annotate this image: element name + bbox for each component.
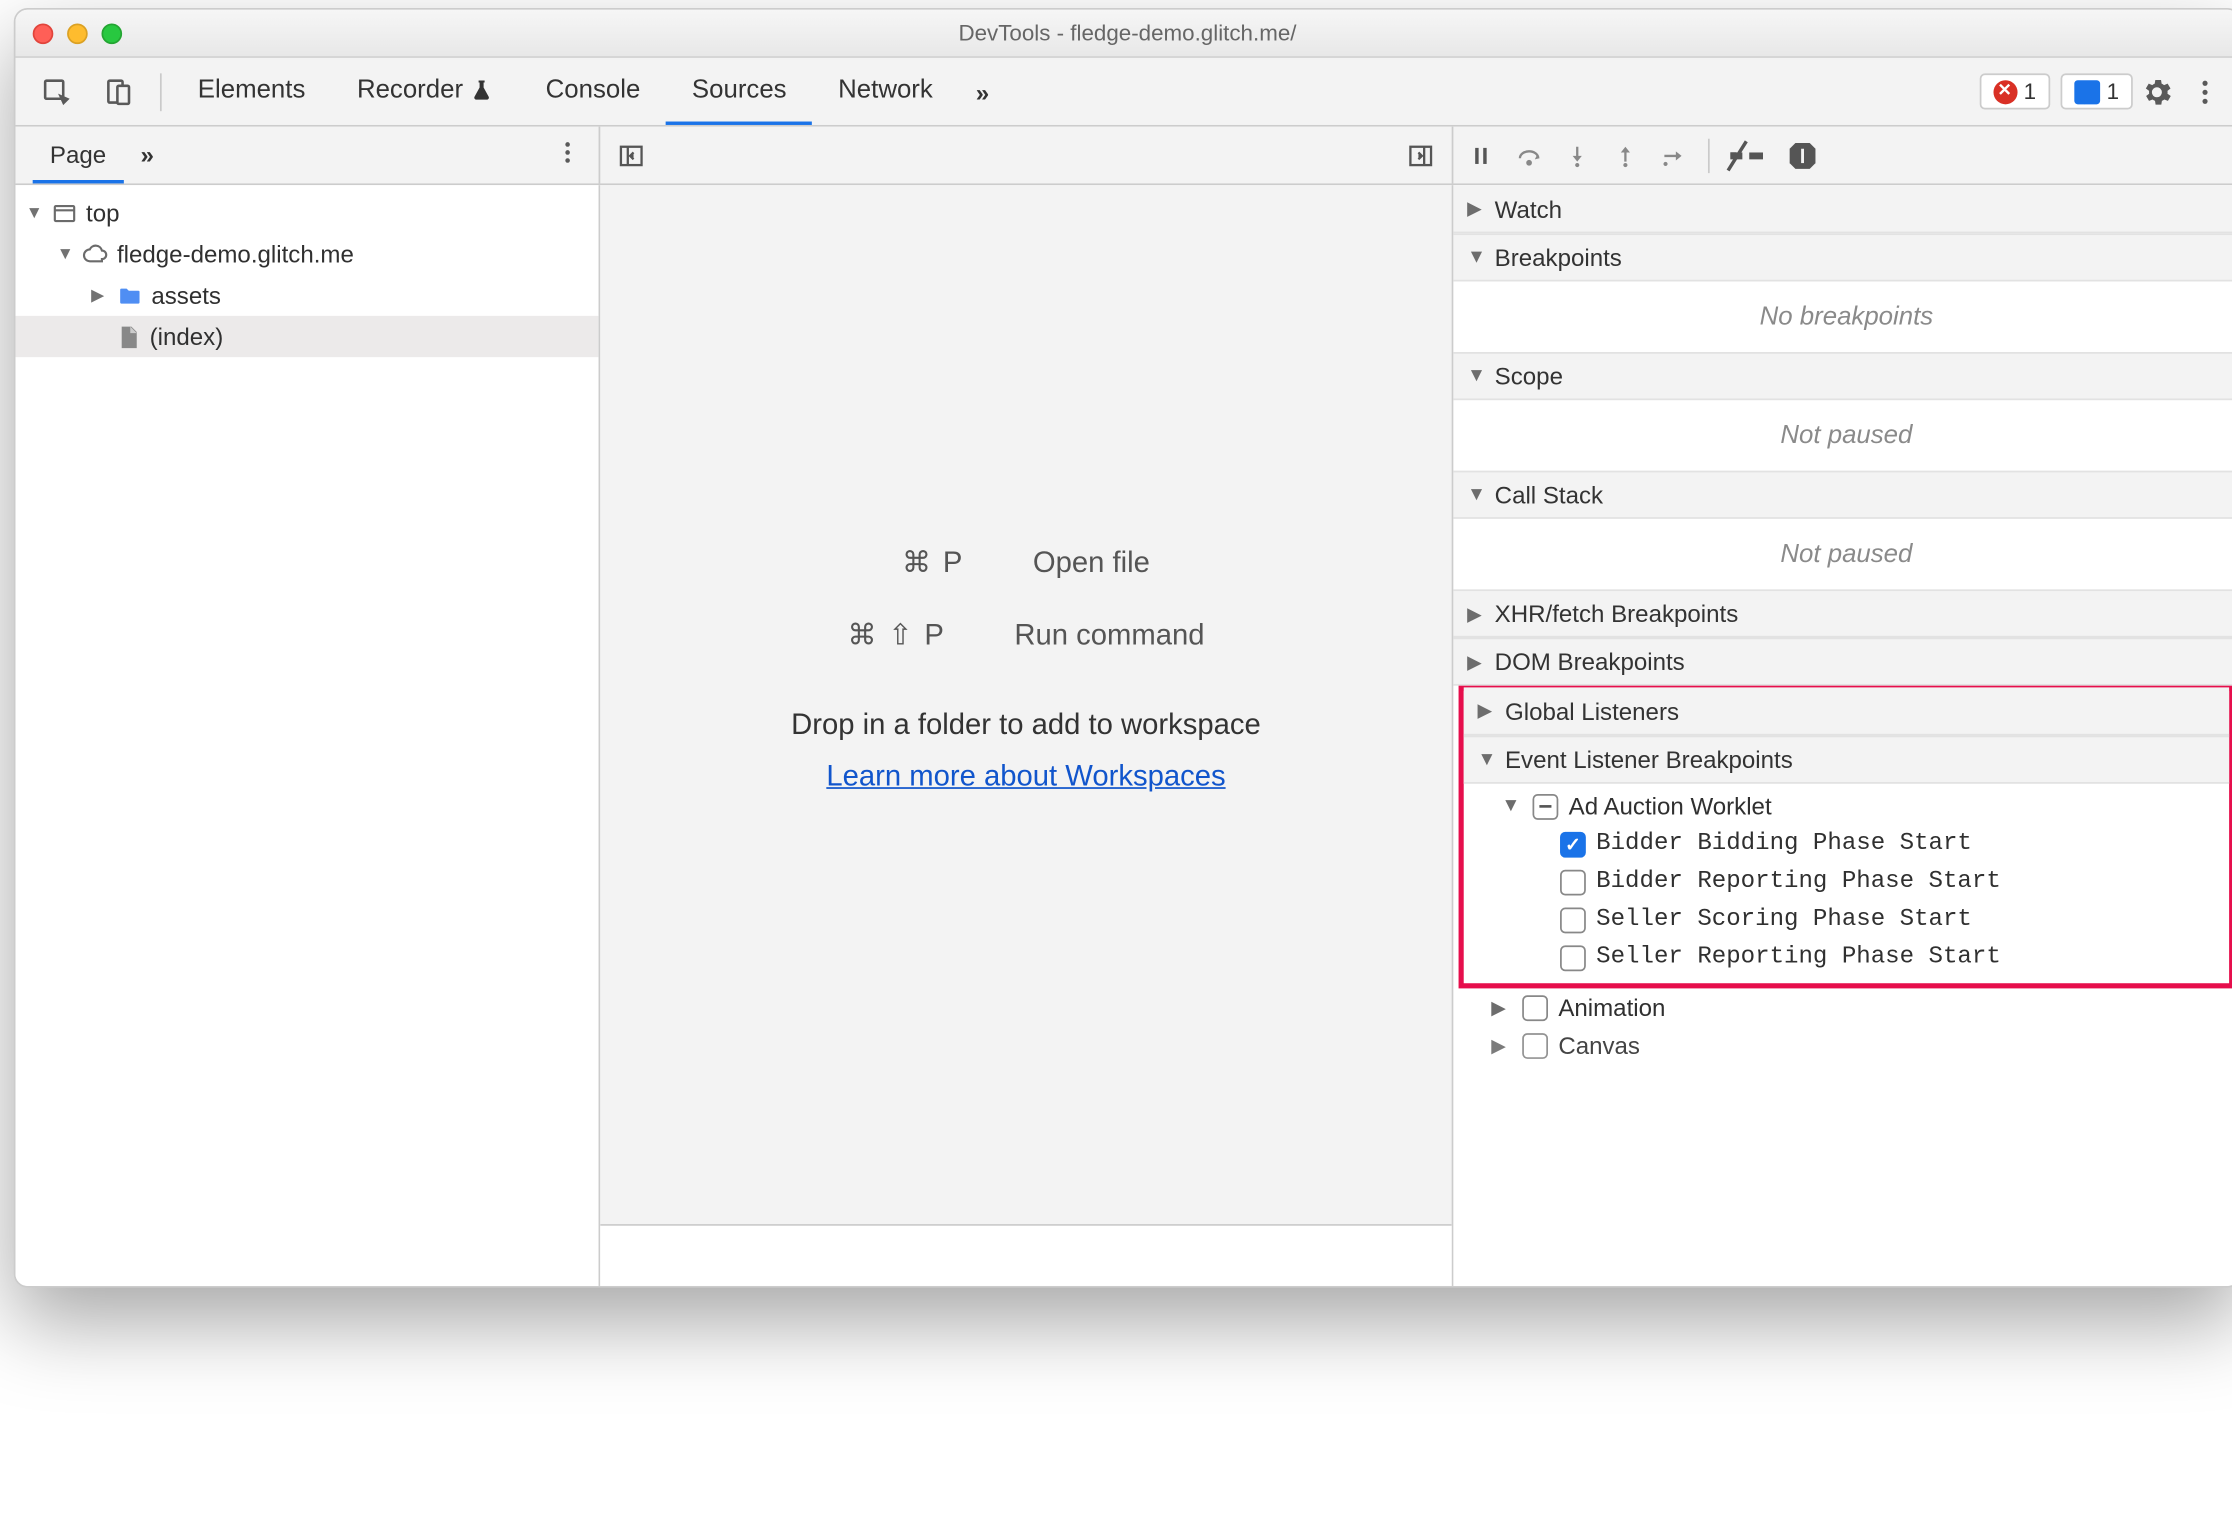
workspaces-link[interactable]: Learn more about Workspaces xyxy=(826,760,1225,794)
section-watch[interactable]: ▶Watch xyxy=(1453,185,2232,233)
section-breakpoints[interactable]: ▼Breakpoints xyxy=(1453,233,2232,281)
error-icon: ✕ xyxy=(1993,79,2017,103)
step-over-button[interactable] xyxy=(1515,141,1543,169)
tree-node-folder[interactable]: ▶ assets xyxy=(15,275,598,316)
tab-console[interactable]: Console xyxy=(520,58,666,125)
tree-node-origin[interactable]: ▼ fledge-demo.glitch.me xyxy=(15,233,598,274)
errors-pill[interactable]: ✕ 1 xyxy=(1979,73,2050,109)
settings-button[interactable] xyxy=(2133,67,2181,115)
show-debugger-button[interactable] xyxy=(1407,141,1435,169)
pause-button[interactable] xyxy=(1467,141,1495,169)
devtools-window: DevTools - fledge-demo.glitch.me/ Elemen… xyxy=(14,8,2232,1288)
inspect-element-icon[interactable] xyxy=(33,67,81,115)
event-group-animation[interactable]: ▶ Animation xyxy=(1453,988,2232,1026)
error-count: 1 xyxy=(2024,79,2036,105)
pause-on-exceptions-button[interactable] xyxy=(1785,138,1819,172)
scope-empty: Not paused xyxy=(1453,410,2232,460)
checkbox-icon[interactable] xyxy=(1560,945,1586,971)
messages-pill[interactable]: 1 xyxy=(2060,73,2133,109)
event-group-ad-auction[interactable]: ▼ − Ad Auction Worklet xyxy=(1464,787,2229,825)
step-into-button[interactable] xyxy=(1563,141,1591,169)
run-command-label: Run command xyxy=(1014,619,1204,653)
open-file-shortcut: ⌘ P xyxy=(902,546,964,580)
event-bidder-bidding[interactable]: ✓ Bidder Bidding Phase Start xyxy=(1464,825,2229,863)
section-xhr-breakpoints[interactable]: ▶XHR/fetch Breakpoints xyxy=(1453,589,2232,637)
tab-sources[interactable]: Sources xyxy=(666,58,812,125)
step-out-button[interactable] xyxy=(1612,141,1640,169)
call-stack-empty: Not paused xyxy=(1453,529,2232,579)
event-bidder-reporting[interactable]: Bidder Reporting Phase Start xyxy=(1464,863,2229,901)
window-title: DevTools - fledge-demo.glitch.me/ xyxy=(15,20,2232,46)
tab-elements[interactable]: Elements xyxy=(172,58,331,125)
section-dom-breakpoints[interactable]: ▶DOM Breakpoints xyxy=(1453,638,2232,686)
folder-icon xyxy=(117,282,143,308)
file-icon xyxy=(115,324,141,350)
checkbox-checked-icon[interactable]: ✓ xyxy=(1560,831,1586,857)
checkbox-icon[interactable] xyxy=(1522,1032,1548,1058)
editor-pane: ⌘ P Open file ⌘ ⇧ P Run command Drop in … xyxy=(600,185,1453,1286)
device-toolbar-icon[interactable] xyxy=(95,67,143,115)
deactivate-breakpoints-button[interactable] xyxy=(1730,141,1764,169)
step-button[interactable] xyxy=(1660,141,1688,169)
tab-network[interactable]: Network xyxy=(812,58,958,125)
section-event-listener-breakpoints[interactable]: ▼Event Listener Breakpoints xyxy=(1464,736,2229,784)
event-group-canvas[interactable]: ▶ Canvas xyxy=(1453,1026,2232,1064)
workspace-drop-hint: Drop in a folder to add to workspace xyxy=(791,708,1261,742)
navigator-pane: ▼ top ▼ fledge-demo.glitch.me ▶ assets (… xyxy=(15,185,600,1286)
cloud-icon xyxy=(83,241,109,267)
event-seller-reporting[interactable]: Seller Reporting Phase Start xyxy=(1464,939,2229,977)
tree-node-index[interactable]: (index) xyxy=(15,316,598,357)
section-call-stack[interactable]: ▼Call Stack xyxy=(1453,471,2232,519)
panel-tabs: Elements Recorder Console Sources Networ… xyxy=(172,58,1006,125)
navigator-menu-button[interactable] xyxy=(554,139,582,172)
checkbox-icon[interactable] xyxy=(1560,869,1586,895)
message-icon xyxy=(2074,79,2100,103)
debugger-pane: ▶Watch ▼Breakpoints No breakpoints ▼Scop… xyxy=(1453,185,2232,1286)
breakpoints-empty: No breakpoints xyxy=(1453,292,2232,342)
tab-recorder[interactable]: Recorder xyxy=(331,58,520,125)
event-listener-highlight: ▶Global Listeners ▼Event Listener Breakp… xyxy=(1459,686,2232,989)
titlebar: DevTools - fledge-demo.glitch.me/ xyxy=(15,10,2232,58)
navigator-tabs-overflow[interactable]: » xyxy=(123,127,171,184)
navigator-tab-page[interactable]: Page xyxy=(33,127,124,184)
event-seller-scoring[interactable]: Seller Scoring Phase Start xyxy=(1464,901,2229,939)
checkbox-icon[interactable] xyxy=(1522,994,1548,1020)
secondary-toolbar: Page » xyxy=(15,127,2232,185)
section-scope[interactable]: ▼Scope xyxy=(1453,352,2232,400)
show-navigator-button[interactable] xyxy=(617,141,645,169)
editor-status-bar xyxy=(600,1224,1451,1286)
open-file-label: Open file xyxy=(1033,546,1150,580)
checkbox-icon[interactable] xyxy=(1560,907,1586,933)
checkbox-indeterminate-icon[interactable]: − xyxy=(1533,793,1559,819)
tabs-overflow-button[interactable]: » xyxy=(959,78,1007,106)
window-icon xyxy=(52,200,78,226)
run-command-shortcut: ⌘ ⇧ P xyxy=(847,619,945,653)
message-count: 1 xyxy=(2107,79,2119,105)
section-global-listeners[interactable]: ▶Global Listeners xyxy=(1464,687,2229,735)
main-menu-button[interactable] xyxy=(2181,67,2229,115)
main-toolbar: Elements Recorder Console Sources Networ… xyxy=(15,58,2232,127)
tree-node-top[interactable]: ▼ top xyxy=(15,192,598,233)
